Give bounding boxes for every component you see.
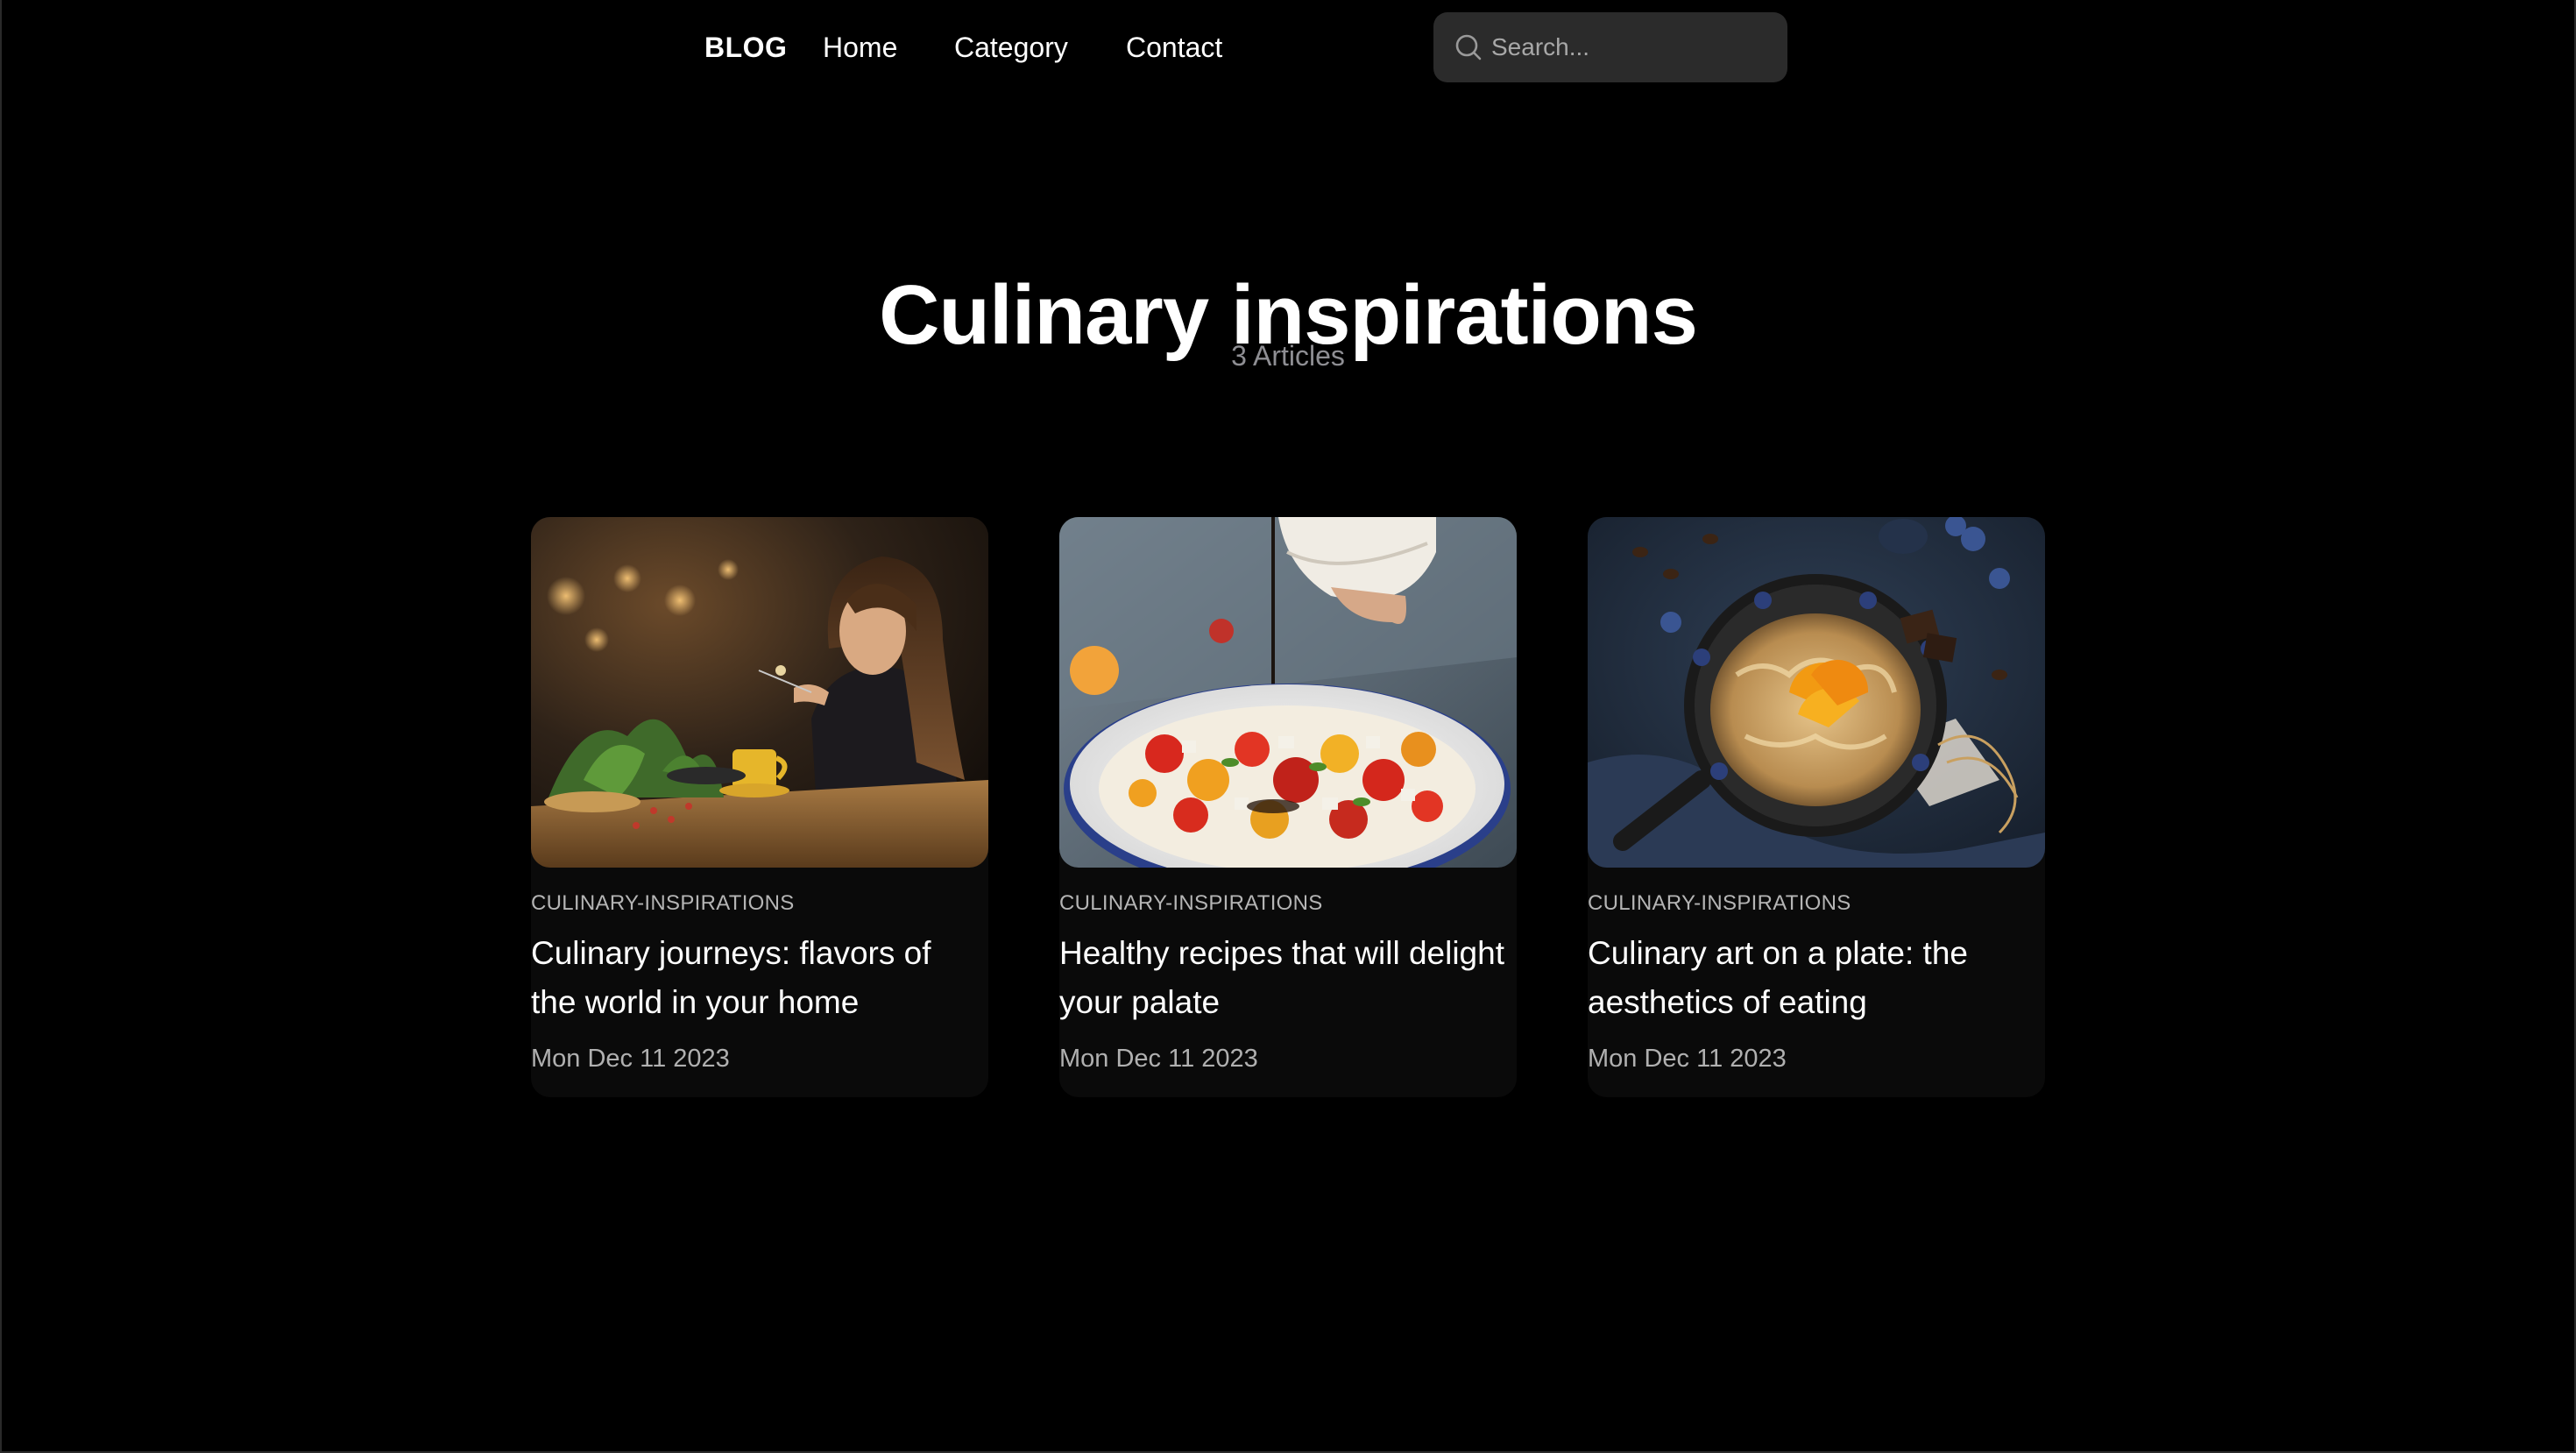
woman-eating-in-cafe-photo[interactable]	[531, 517, 988, 868]
article-date: Mon Dec 11 2023	[531, 1045, 730, 1073]
article-title[interactable]: Culinary journeys: flavors of the world …	[531, 929, 982, 1027]
article-card[interactable]: CULINARY-INSPIRATIONS Culinary journeys:…	[531, 517, 988, 1097]
article-date: Mon Dec 11 2023	[1588, 1045, 1787, 1073]
pancake-skillet-oranges-photo[interactable]	[1588, 517, 2045, 868]
brand-logo[interactable]: BLOG	[704, 30, 787, 65]
article-title[interactable]: Culinary art on a plate: the aesthetics …	[1588, 929, 2039, 1027]
nav-link-category[interactable]: Category	[954, 30, 1068, 65]
article-category[interactable]: CULINARY-INSPIRATIONS	[531, 890, 795, 917]
article-category[interactable]: CULINARY-INSPIRATIONS	[1059, 890, 1323, 917]
search-input[interactable]	[1491, 12, 1772, 82]
article-date: Mon Dec 11 2023	[1059, 1045, 1258, 1073]
article-grid: CULINARY-INSPIRATIONS Culinary journeys:…	[531, 517, 2045, 1097]
article-title[interactable]: Healthy recipes that will delight your p…	[1059, 929, 1511, 1027]
top-navigation: BLOG Home Category Contact	[0, 0, 2576, 96]
article-card[interactable]: CULINARY-INSPIRATIONS Healthy recipes th…	[1059, 517, 1517, 1097]
article-category[interactable]: CULINARY-INSPIRATIONS	[1588, 890, 1851, 917]
tomato-salad-bowl-photo[interactable]	[1059, 517, 1517, 868]
nav-link-contact[interactable]: Contact	[1126, 30, 1222, 65]
search-icon	[1455, 34, 1482, 60]
article-card[interactable]: CULINARY-INSPIRATIONS Culinary art on a …	[1588, 517, 2045, 1097]
article-count: 3 Articles	[1231, 340, 1345, 372]
nav-link-home[interactable]: Home	[823, 30, 897, 65]
search-box[interactable]	[1433, 12, 1787, 82]
